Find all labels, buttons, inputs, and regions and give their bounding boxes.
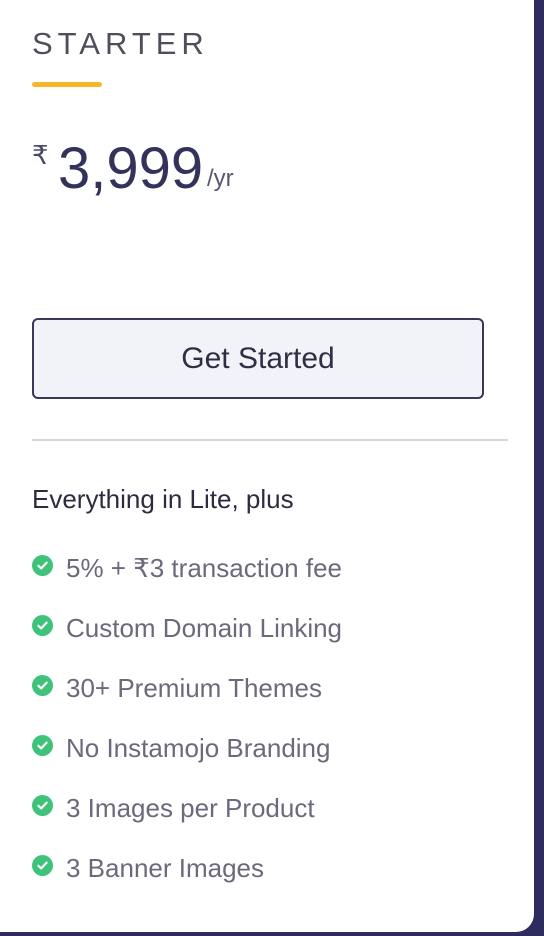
- list-item: 3 Banner Images: [32, 838, 342, 898]
- feature-label: No Instamojo Branding: [66, 733, 331, 763]
- feature-list: 5% + ₹3 transaction fee Custom Domain Li…: [32, 538, 342, 898]
- list-item: 30+ Premium Themes: [32, 658, 342, 718]
- feature-label: Custom Domain Linking: [66, 613, 343, 643]
- list-item: No Instamojo Branding: [32, 718, 342, 778]
- feature-label: 30+ Premium Themes: [66, 673, 323, 703]
- get-started-button[interactable]: Get Started: [32, 318, 484, 399]
- check-circle-icon: [32, 674, 53, 696]
- check-circle-icon: [32, 734, 53, 756]
- check-circle-icon: [32, 794, 53, 816]
- currency-symbol: ₹: [32, 140, 49, 170]
- pricing-card: STARTER ₹ 3,999 /yr Get Started Everythi…: [0, 0, 534, 932]
- price-amount: 3,999: [58, 136, 204, 201]
- list-item: 3 Images per Product: [32, 778, 342, 838]
- feature-label: 5% + ₹3 transaction fee: [66, 553, 342, 583]
- divider: [32, 439, 508, 441]
- plan-name: STARTER: [32, 26, 209, 61]
- list-item: 5% + ₹3 transaction fee: [32, 538, 342, 598]
- list-item: Custom Domain Linking: [32, 598, 342, 658]
- check-circle-icon: [32, 554, 53, 576]
- feature-label: 3 Images per Product: [66, 793, 315, 823]
- price-period: /yr: [207, 165, 234, 192]
- plan-accent-underline: [32, 82, 102, 87]
- check-circle-icon: [32, 614, 53, 636]
- features-heading: Everything in Lite, plus: [32, 484, 294, 514]
- feature-label: 3 Banner Images: [66, 853, 265, 883]
- check-circle-icon: [32, 854, 53, 876]
